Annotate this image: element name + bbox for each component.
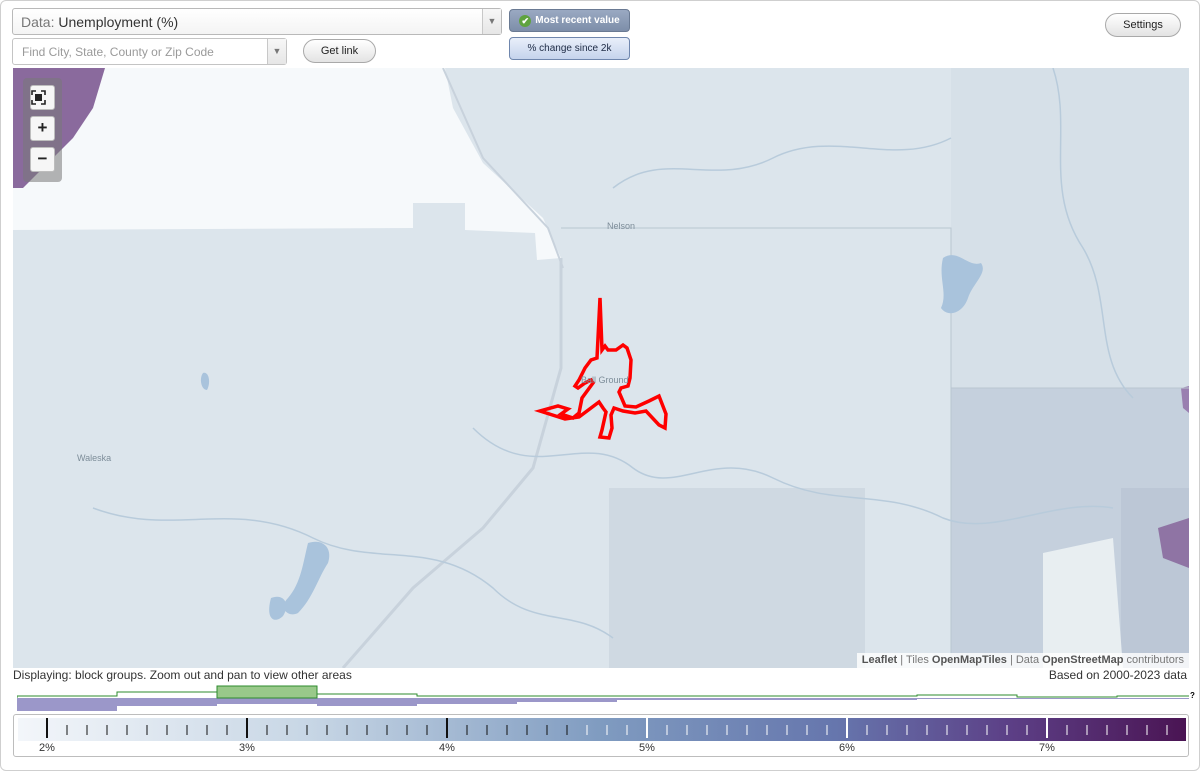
zoom-controls: + − — [23, 78, 62, 182]
lake — [283, 541, 330, 615]
histogram-outline — [17, 685, 1189, 698]
search-input[interactable] — [13, 39, 263, 64]
data-range-note: Based on 2000-2023 data — [1048, 668, 1187, 682]
legend-tick-label: 4% — [439, 742, 455, 754]
chevron-down-icon[interactable]: ▼ — [267, 39, 286, 64]
map-view[interactable]: Nelson Ball Ground Waleska + − Leaflet |… — [13, 68, 1189, 668]
check-icon: ✔ — [519, 15, 532, 27]
histogram-bar — [17, 698, 117, 711]
color-legend: 2% 3% 4% 5% 6% 7% — [13, 714, 1189, 757]
legend-tick-label: 7% — [1039, 742, 1055, 754]
attribution-tiles-prefix: | Tiles — [900, 654, 929, 666]
display-note: Displaying: block groups. Zoom out and p… — [13, 668, 352, 682]
histogram-bar — [517, 698, 617, 702]
lake — [200, 372, 210, 390]
attribution-suffix: contributors — [1126, 654, 1184, 666]
lake — [269, 596, 287, 620]
legend-scale: 2% 3% 4% 5% 6% 7% — [18, 718, 1186, 754]
river — [612, 137, 952, 189]
most-recent-value-label: Most recent value — [535, 15, 620, 26]
openstreetmap-link[interactable]: OpenStreetMap — [1042, 654, 1123, 666]
legend-tick-label: 3% — [239, 742, 255, 754]
app-frame: Data: Unemployment (%) ▼ ▼ Get link ✔Mos… — [0, 0, 1200, 771]
zoom-in-icon[interactable]: + — [30, 116, 55, 141]
block-group-region — [951, 68, 1189, 388]
map-canvas[interactable] — [13, 68, 1189, 668]
chevron-down-icon[interactable]: ▼ — [482, 9, 501, 34]
legend-tick-labels: 2% 3% 4% 5% 6% 7% — [39, 742, 1055, 754]
legend-gradient-bar — [18, 718, 1186, 741]
histogram-bar — [117, 698, 217, 706]
zoom-out-icon[interactable]: − — [30, 147, 55, 172]
distribution-histogram — [17, 685, 1189, 711]
histogram-bar — [417, 698, 517, 704]
river — [92, 507, 614, 639]
fullscreen-icon[interactable] — [30, 85, 55, 110]
highway — [341, 258, 563, 668]
settings-button[interactable]: Settings — [1105, 13, 1181, 37]
leaflet-link[interactable]: Leaflet — [862, 654, 897, 666]
block-group-region — [609, 488, 865, 668]
legend-tick-label: 6% — [839, 742, 855, 754]
map-attribution: Leaflet | Tiles OpenMapTiles | Data Open… — [856, 653, 1189, 668]
block-group-region — [1121, 488, 1189, 668]
place-label-ball-ground: Ball Ground — [581, 375, 629, 385]
percent-change-button[interactable]: % change since 2k — [509, 37, 630, 60]
location-search[interactable]: ▼ — [12, 38, 287, 65]
attribution-data-prefix: | Data — [1009, 654, 1040, 666]
histogram-bar — [617, 698, 917, 700]
histogram-current-bin — [216, 685, 318, 699]
selected-area-outline — [533, 297, 668, 440]
legend-tick-label: 5% — [639, 742, 655, 754]
data-select-prefix: Data: — [21, 14, 59, 30]
data-select-value: Unemployment (%) — [58, 14, 179, 30]
place-label-waleska: Waleska — [77, 453, 112, 463]
low-value-region — [1043, 538, 1123, 668]
histogram-bar — [917, 698, 1189, 699]
openmaptiles-link[interactable]: OpenMapTiles — [932, 654, 1007, 666]
place-label-nelson: Nelson — [607, 221, 636, 231]
histogram-bar — [217, 698, 317, 704]
help-icon[interactable]: ? — [1190, 691, 1195, 700]
histogram-bar — [317, 698, 417, 706]
legend-tick-label: 2% — [39, 742, 55, 754]
data-select[interactable]: Data: Unemployment (%) ▼ — [12, 8, 502, 35]
most-recent-value-button[interactable]: ✔ Most recent value — [509, 9, 630, 32]
get-link-button[interactable]: Get link — [303, 39, 376, 63]
